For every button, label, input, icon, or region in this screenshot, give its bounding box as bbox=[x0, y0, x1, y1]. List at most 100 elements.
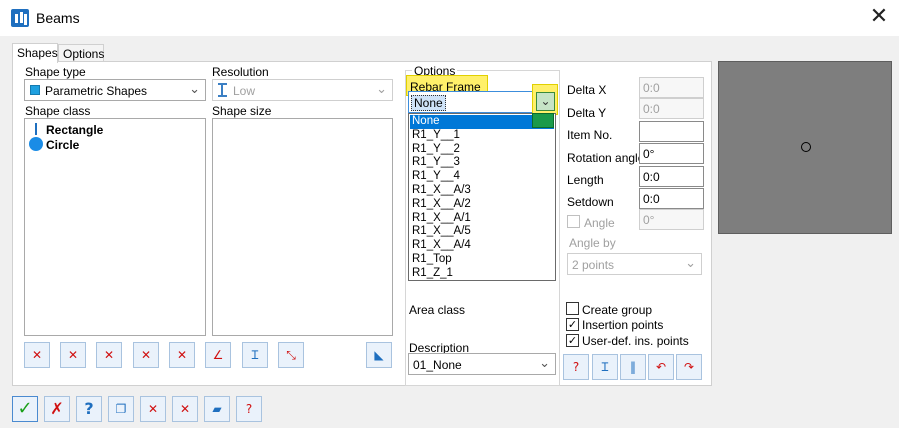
point-left-icon: ✕ bbox=[31, 348, 43, 362]
point-right-button[interactable]: ✕ bbox=[96, 342, 122, 368]
shape-size-list[interactable] bbox=[212, 118, 393, 336]
dropdown-item[interactable]: R1_Y__1 bbox=[410, 129, 554, 143]
shape-type-value: Parametric Shapes bbox=[45, 84, 148, 98]
dropdown-item[interactable]: R1_X__A/1 bbox=[410, 212, 554, 226]
delta-x-label: Delta X bbox=[567, 83, 607, 97]
rotate-right-icon: ↷ bbox=[683, 360, 695, 374]
point-left-button[interactable]: ✕ bbox=[24, 342, 50, 368]
rectangle-label: Rectangle bbox=[46, 123, 104, 137]
chevron-down-icon: ⌄ bbox=[189, 82, 200, 97]
rebar-frame-dropdown-list[interactable]: None R1_Y__1 R1_Y__2 R1_Y__3 R1_Y__4 R1_… bbox=[408, 113, 556, 281]
user-def-points-label: User-def. ins. points bbox=[582, 334, 689, 348]
frame-help-button[interactable]: ? bbox=[236, 396, 262, 422]
dropdown-item[interactable]: R1_X__A/2 bbox=[410, 198, 554, 212]
insertion-point-marker bbox=[801, 142, 811, 152]
shape-type-select[interactable]: Parametric Shapes ⌄ bbox=[24, 79, 206, 101]
align-columns-button[interactable]: ‖ bbox=[620, 354, 646, 380]
chevron-down-icon: ⌄ bbox=[539, 356, 550, 371]
item-no-input[interactable] bbox=[639, 121, 704, 142]
delta-y-input[interactable]: 0:0 bbox=[639, 98, 704, 119]
chevron-down-icon: ⌄ bbox=[685, 256, 696, 271]
point-corners-button[interactable]: ✕ bbox=[169, 342, 195, 368]
angle-by-value: 2 points bbox=[572, 258, 615, 272]
help-icon: ? bbox=[572, 360, 580, 374]
beam-insert-button[interactable]: Ɪ bbox=[592, 354, 618, 380]
line-icon bbox=[35, 123, 37, 135]
dropdown-item[interactable]: R1_Y__3 bbox=[410, 156, 554, 170]
angle-input[interactable]: 0° bbox=[639, 209, 704, 230]
close-button[interactable]: ✕ bbox=[866, 4, 892, 30]
setdown-input[interactable]: 0:0 bbox=[639, 188, 704, 209]
pick-tool-button[interactable]: ◣ bbox=[366, 342, 392, 368]
help-options-button[interactable]: ? bbox=[563, 354, 589, 380]
rotate-right-button[interactable]: ↷ bbox=[676, 354, 702, 380]
create-group-checkbox[interactable] bbox=[566, 302, 579, 315]
angle-tool-button[interactable]: ∠ bbox=[205, 342, 231, 368]
circle-icon bbox=[29, 137, 43, 151]
shape-preview bbox=[718, 61, 892, 234]
angle-value: 0° bbox=[643, 213, 655, 227]
help-button[interactable]: ? bbox=[76, 396, 102, 422]
copy-icon: ❐ bbox=[115, 402, 127, 416]
pick-icon: ◣ bbox=[374, 348, 384, 362]
angle-checkbox[interactable] bbox=[567, 215, 580, 228]
dropdown-item[interactable]: R1_Z_1 bbox=[410, 267, 554, 281]
ok-button[interactable]: ✓ bbox=[12, 396, 38, 422]
point-right-icon: ✕ bbox=[103, 348, 115, 362]
rotate-left-button[interactable]: ↶ bbox=[648, 354, 674, 380]
beam-3d-button[interactable]: ▰ bbox=[204, 396, 230, 422]
description-select[interactable]: 01_None ⌄ bbox=[408, 353, 556, 375]
insert-point-button[interactable]: ✕ bbox=[140, 396, 166, 422]
dropdown-item[interactable]: R1_Y__2 bbox=[410, 143, 554, 157]
rotation-angle-value: 0° bbox=[643, 147, 655, 161]
dropdown-item[interactable]: R1_X__A/5 bbox=[410, 225, 554, 239]
beam-3d-icon: ▰ bbox=[212, 402, 222, 416]
multi-point-button[interactable]: ✕ bbox=[172, 396, 198, 422]
cancel-icon: ✗ bbox=[50, 399, 64, 418]
dropdown-item[interactable]: R1_Y__4 bbox=[410, 170, 554, 184]
delta-x-value: 0:0 bbox=[643, 81, 660, 95]
rotate-left-icon: ↶ bbox=[655, 360, 667, 374]
cancel-button[interactable]: ✗ bbox=[44, 396, 70, 422]
dropdown-item[interactable]: R1_Top bbox=[410, 253, 554, 267]
insertion-points-checkbox[interactable]: ✓ bbox=[566, 318, 579, 331]
dropdown-item[interactable]: R1_X__A/3 bbox=[410, 184, 554, 198]
app-icon bbox=[11, 9, 29, 27]
tab-shapes[interactable]: Shapes bbox=[12, 43, 58, 63]
angle-icon: ∠ bbox=[212, 348, 224, 362]
list-item-rectangle[interactable]: Rectangle bbox=[29, 122, 199, 137]
rebar-frame-value: None bbox=[411, 95, 446, 111]
delta-x-input[interactable]: 0:0 bbox=[639, 77, 704, 98]
rebar-frame-dropdown-button[interactable]: ⌄ bbox=[536, 92, 555, 111]
diagonal-tool-button[interactable]: ⤡ bbox=[278, 342, 304, 368]
list-item-circle[interactable]: Circle bbox=[29, 137, 199, 152]
angle-by-select[interactable]: 2 points ⌄ bbox=[567, 253, 702, 275]
point-bottom-button[interactable]: ✕ bbox=[133, 342, 159, 368]
title-bar bbox=[0, 0, 899, 36]
delta-y-value: 0:0 bbox=[643, 102, 660, 116]
area-class-label: Area class bbox=[409, 303, 466, 317]
length-value: 0:0 bbox=[643, 170, 660, 184]
check-icon: ✓ bbox=[17, 398, 33, 419]
dropdown-item[interactable]: R1_X__A/4 bbox=[410, 239, 554, 253]
resolution-value: Low bbox=[233, 84, 256, 98]
user-def-points-checkbox[interactable]: ✓ bbox=[566, 334, 579, 347]
section-icon: Ɪ bbox=[251, 348, 259, 362]
copy-button[interactable]: ❐ bbox=[108, 396, 134, 422]
point-top-icon: ✕ bbox=[67, 348, 79, 362]
resolution-select[interactable]: Low ⌄ bbox=[212, 79, 393, 101]
chevron-down-icon: ⌄ bbox=[376, 82, 387, 97]
shape-type-label: Shape type bbox=[25, 65, 86, 79]
rotation-angle-input[interactable]: 0° bbox=[639, 143, 704, 164]
scroll-thumb[interactable] bbox=[532, 113, 554, 128]
setdown-label: Setdown bbox=[567, 195, 614, 209]
shape-class-list[interactable]: Rectangle Circle bbox=[24, 118, 206, 336]
create-group-label: Create group bbox=[582, 303, 653, 317]
length-input[interactable]: 0:0 bbox=[639, 166, 704, 187]
help-icon: ? bbox=[84, 399, 94, 418]
angle-label: Angle bbox=[584, 216, 615, 230]
length-label: Length bbox=[567, 173, 604, 187]
section-tool-button[interactable]: Ɪ bbox=[242, 342, 268, 368]
columns-icon: ‖ bbox=[630, 360, 636, 374]
point-top-button[interactable]: ✕ bbox=[60, 342, 86, 368]
